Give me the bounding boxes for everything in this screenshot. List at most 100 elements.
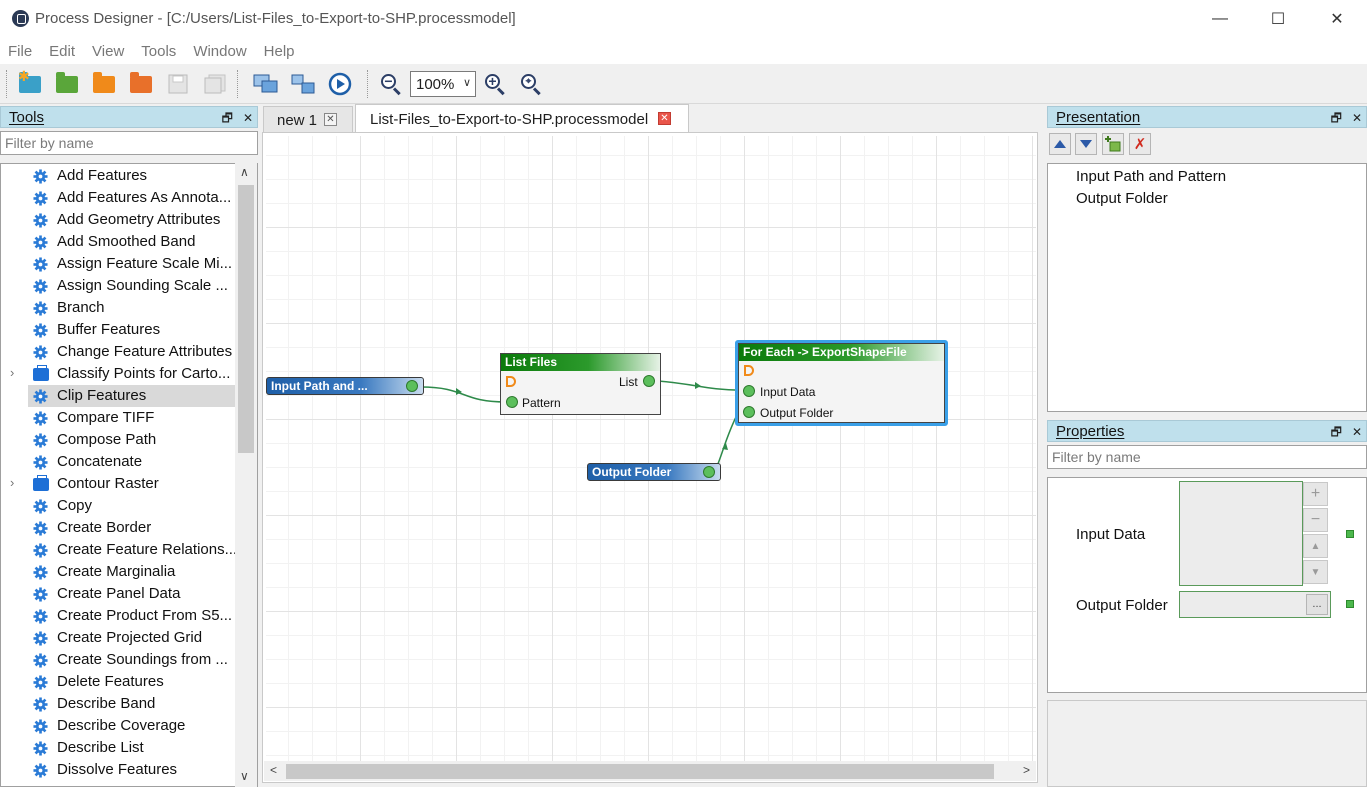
open-model-button[interactable] xyxy=(53,71,81,97)
toolbox-item[interactable]: › Contour Raster xyxy=(1,473,237,495)
param-node-output-folder[interactable]: Output Folder xyxy=(587,463,721,481)
tool-item[interactable]: Create Panel Data xyxy=(1,583,237,605)
property-label-input-data: Input Data xyxy=(1076,526,1146,543)
presentation-item[interactable]: Output Folder xyxy=(1076,190,1168,207)
run-button[interactable] xyxy=(326,71,354,97)
param-node-label: Output Folder xyxy=(592,465,672,479)
presentation-item[interactable]: Input Path and Pattern xyxy=(1076,168,1226,185)
close-icon[interactable]: ✕ xyxy=(1352,425,1362,439)
import-model-button[interactable] xyxy=(127,71,155,97)
save-all-button[interactable] xyxy=(201,71,229,97)
close-icon[interactable]: ✕ xyxy=(1352,111,1362,125)
tool-item[interactable]: Describe Band xyxy=(1,693,237,715)
tool-item[interactable]: Create Border xyxy=(1,517,237,539)
tool-item[interactable]: Compose Path xyxy=(1,429,237,451)
delete-button[interactable]: ✗ xyxy=(1129,133,1151,155)
expand-chevron-icon[interactable]: › xyxy=(10,475,14,490)
toolbox-item[interactable]: › Classify Points for Carto... xyxy=(1,363,237,385)
gear-icon xyxy=(33,719,48,734)
menu-file[interactable]: File xyxy=(8,43,32,60)
scroll-down-icon[interactable]: ∨ xyxy=(240,769,249,783)
tool-item[interactable]: Dissolve Features xyxy=(1,759,237,781)
close-tab-icon[interactable]: ✕ xyxy=(658,112,671,125)
add-group-button[interactable] xyxy=(1102,133,1124,155)
tool-item[interactable]: Create Marginalia xyxy=(1,561,237,583)
tool-item[interactable]: Change Feature Attributes xyxy=(1,341,237,363)
tool-item[interactable]: Add Features As Annota... xyxy=(1,187,237,209)
tool-item[interactable]: Compare TIFF xyxy=(1,407,237,429)
tab-new-1[interactable]: new 1 ✕ xyxy=(263,106,353,133)
zoom-fit-button[interactable]: ⌖ xyxy=(517,71,545,97)
tool-item[interactable]: Create Feature Relations... xyxy=(1,539,237,561)
menu-window[interactable]: Window xyxy=(193,43,246,60)
process-node-for-each[interactable]: For Each -> ExportShapeFile Input Data O… xyxy=(738,343,945,423)
browse-button[interactable]: ... xyxy=(1306,594,1328,615)
list-remove-button[interactable]: − xyxy=(1303,508,1328,532)
ungroup-button[interactable] xyxy=(289,71,317,97)
tool-item[interactable]: Delete Features xyxy=(1,671,237,693)
menu-edit[interactable]: Edit xyxy=(49,43,75,60)
maximize-button[interactable]: ☐ xyxy=(1250,0,1306,38)
scroll-left-icon[interactable]: < xyxy=(270,763,277,777)
window-title: Process Designer - [C:/Users/List-Files_… xyxy=(35,10,516,27)
tool-item[interactable]: Add Features xyxy=(1,165,237,187)
canvas-scrollbar-thumb[interactable] xyxy=(286,764,994,779)
minimize-button[interactable]: — xyxy=(1192,0,1248,38)
menu-tools[interactable]: Tools xyxy=(141,43,176,60)
menu-view[interactable]: View xyxy=(92,43,124,60)
scroll-right-icon[interactable]: > xyxy=(1023,763,1030,777)
tool-item[interactable]: Copy xyxy=(1,495,237,517)
tools-filter-input[interactable]: Filter by name xyxy=(0,131,258,155)
tool-item[interactable]: Clip Features xyxy=(28,385,236,407)
scroll-up-icon[interactable]: ∧ xyxy=(240,165,249,179)
param-node-input-path[interactable]: Input Path and ... xyxy=(266,377,424,395)
output-folder-field[interactable]: ... xyxy=(1179,591,1331,618)
move-up-button[interactable] xyxy=(1049,133,1071,155)
list-move-up-button[interactable]: ▲ xyxy=(1303,534,1328,558)
tool-item-label: Compose Path xyxy=(57,431,157,448)
new-star-icon: ✱ xyxy=(18,68,30,84)
tool-item[interactable]: Branch xyxy=(1,297,237,319)
tool-item[interactable]: Describe List xyxy=(1,737,237,759)
zoom-out-button[interactable]: − xyxy=(377,71,405,97)
output-port[interactable] xyxy=(703,466,715,478)
move-down-button[interactable] xyxy=(1075,133,1097,155)
tool-item[interactable]: Create Soundings from ... xyxy=(1,649,237,671)
zoom-in-button[interactable]: + xyxy=(481,71,509,97)
model-canvas[interactable]: Input Path and ... Output Folder List Fi… xyxy=(266,136,1036,761)
input-port-pattern[interactable] xyxy=(506,396,518,408)
restore-icon[interactable]: 🗗 xyxy=(1331,111,1342,125)
tool-item[interactable]: Add Smoothed Band xyxy=(1,231,237,253)
tool-item[interactable]: Assign Feature Scale Mi... xyxy=(1,253,237,275)
tool-item[interactable]: Describe Coverage xyxy=(1,715,237,737)
tool-item[interactable]: Create Product From S5... xyxy=(1,605,237,627)
save-button[interactable] xyxy=(164,71,192,97)
input-data-list[interactable] xyxy=(1179,481,1303,586)
tool-item[interactable]: Add Geometry Attributes xyxy=(1,209,237,231)
close-tab-icon[interactable]: ✕ xyxy=(324,113,337,126)
process-node-list-files[interactable]: List Files List Pattern xyxy=(500,353,661,415)
properties-filter-input[interactable]: Filter by name xyxy=(1047,445,1367,469)
list-move-down-button[interactable]: ▼ xyxy=(1303,560,1328,584)
export-model-button[interactable] xyxy=(90,71,118,97)
zoom-level-select[interactable]: 100% ∨ xyxy=(410,71,476,97)
tab-processmodel[interactable]: List-Files_to-Export-to-SHP.processmodel… xyxy=(355,104,689,133)
expand-chevron-icon[interactable]: › xyxy=(10,365,14,380)
restore-icon[interactable]: 🗗 xyxy=(1331,425,1342,439)
tool-item[interactable]: Assign Sounding Scale ... xyxy=(1,275,237,297)
close-icon[interactable]: ✕ xyxy=(243,111,253,125)
menu-help[interactable]: Help xyxy=(264,43,295,60)
list-add-button[interactable]: + xyxy=(1303,482,1328,506)
close-button[interactable]: ✕ xyxy=(1309,0,1365,38)
restore-icon[interactable]: 🗗 xyxy=(222,111,233,125)
output-port-list[interactable] xyxy=(643,375,655,387)
tool-item[interactable]: Create Projected Grid xyxy=(1,627,237,649)
tool-item[interactable]: Concatenate xyxy=(1,451,237,473)
tool-item[interactable]: Buffer Features xyxy=(1,319,237,341)
tools-scrollbar-thumb[interactable] xyxy=(238,185,254,453)
input-port-output-folder[interactable] xyxy=(743,406,755,418)
input-port-input-data[interactable] xyxy=(743,385,755,397)
new-model-button[interactable]: ✱ xyxy=(16,68,44,97)
output-port[interactable] xyxy=(406,380,418,392)
group-button[interactable] xyxy=(252,71,280,97)
